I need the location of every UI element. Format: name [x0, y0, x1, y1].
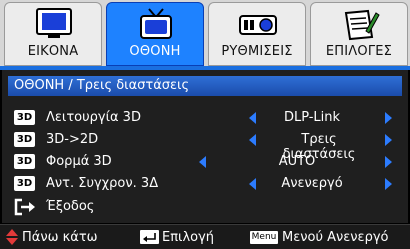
3d-badge-icon: 3D — [14, 154, 35, 169]
tab-image[interactable]: ΕΙΚΟΝΑ — [4, 2, 102, 66]
menu-item-label: Έξοδος — [46, 199, 95, 214]
arrow-left-icon[interactable] — [249, 178, 256, 190]
arrow-right-icon[interactable] — [385, 134, 392, 146]
arrow-left-icon[interactable] — [249, 112, 256, 124]
menu-item-3d-mode[interactable]: 3D Λειτουργία 3D DLP-Link — [2, 107, 408, 129]
up-down-arrow-icon — [6, 229, 18, 245]
menu-item-label: 3D->2D — [46, 132, 99, 147]
menu-item-value: DLP-Link — [283, 110, 341, 125]
arrow-left-icon[interactable] — [249, 134, 256, 146]
menu-item-3d-sync-invert[interactable]: 3D Αντ. Συγχρον. 3Δ Ανενεργό — [2, 173, 408, 195]
menu-item-label: Αντ. Συγχρον. 3Δ — [46, 176, 159, 191]
3d-badge-icon: 3D — [14, 110, 35, 125]
projector-icon — [239, 15, 277, 35]
monitor-icon — [36, 8, 72, 38]
tab-options[interactable]: ΕΠΙΛΟΓΕΣ — [310, 2, 408, 66]
breadcrumb: ΟΘΟΝΗ / Τρεις διαστάσεις — [8, 76, 402, 96]
menu-item-label: Φορμά 3D — [46, 154, 112, 169]
arrow-right-icon[interactable] — [385, 112, 392, 124]
menu-panel: ΟΘΟΝΗ / Τρεις διαστάσεις 3D Λειτουργία 3… — [2, 70, 408, 223]
arrow-right-icon[interactable] — [385, 156, 392, 168]
tv-icon — [140, 8, 172, 39]
3d-badge-icon: 3D — [14, 176, 35, 191]
notepad-pencil-icon — [344, 9, 380, 41]
footer-enter-label: Επιλογή — [162, 230, 215, 245]
menu-key-icon: Menu — [250, 231, 278, 244]
footer-hints: Πάνω κάτω Επιλογή Menu Μενού Ανενεργό — [0, 224, 410, 249]
exit-icon — [14, 198, 35, 216]
footer-nav-label: Πάνω κάτω — [22, 230, 98, 245]
tab-bar: ΕΙΚΟΝΑ ΟΘΟΝΗ ΡΥΘΜΙΣΕΙΣ ΕΠΙΛΟΓΕΣ — [0, 0, 410, 70]
arrow-right-icon[interactable] — [385, 178, 392, 190]
enter-key-icon — [140, 230, 159, 244]
menu-item-label: Λειτουργία 3D — [46, 110, 141, 125]
tab-display[interactable]: ΟΘΟΝΗ — [106, 2, 204, 66]
tab-options-label: ΕΠΙΛΟΓΕΣ — [325, 44, 393, 59]
footer-menu-label: Μενού Ανενεργό — [282, 230, 389, 245]
menu-item-value: AUTO — [278, 154, 316, 169]
menu-item-3d-format[interactable]: 3D Φορμά 3D AUTO — [2, 151, 408, 173]
3d-badge-icon: 3D — [14, 132, 35, 147]
menu-item-value: Ανενεργό — [281, 176, 343, 191]
menu-item-exit[interactable]: Έξοδος — [2, 196, 408, 218]
tab-settings-label: ΡΥΘΜΙΣΕΙΣ — [221, 44, 293, 59]
projector-osd-menu: ΕΙΚΟΝΑ ΟΘΟΝΗ ΡΥΘΜΙΣΕΙΣ ΕΠΙΛΟΓΕΣ ΟΘΟΝΗ / … — [0, 0, 410, 249]
tab-image-label: ΕΙΚΟΝΑ — [27, 44, 79, 59]
tab-display-label: ΟΘΟΝΗ — [129, 44, 181, 59]
menu-item-3d-2d[interactable]: 3D 3D->2D Τρεις διαστάσεις — [2, 129, 408, 162]
arrow-left-icon[interactable] — [199, 156, 206, 168]
tab-settings[interactable]: ΡΥΘΜΙΣΕΙΣ — [208, 2, 306, 66]
